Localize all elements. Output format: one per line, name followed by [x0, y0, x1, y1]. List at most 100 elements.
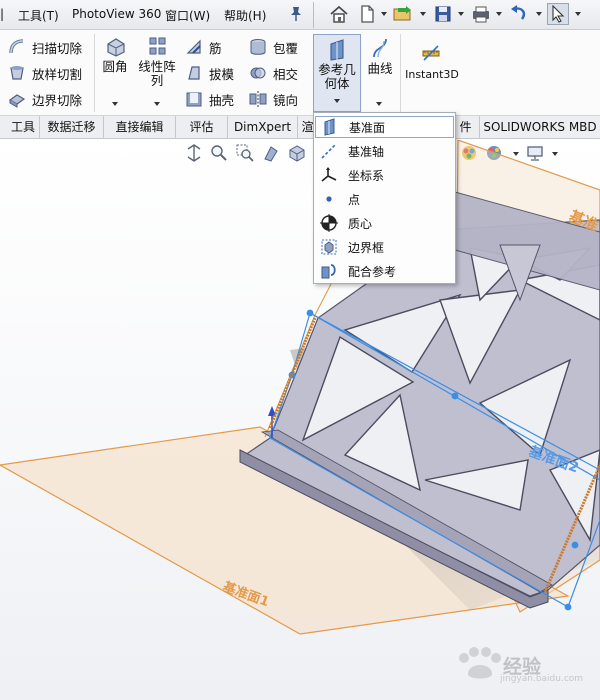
boundary-cut-icon — [8, 94, 26, 108]
fillet-dropdown-arrow[interactable] — [112, 102, 118, 106]
quick-access-separator — [313, 2, 314, 28]
mate-reference-icon — [321, 264, 336, 279]
wrap-label: 包覆 — [273, 40, 299, 56]
menu-item-coordinate-system-label: 坐标系 — [348, 168, 385, 183]
select-pointer-icon[interactable] — [547, 3, 569, 25]
menu-item-center-of-mass-label: 质心 — [348, 216, 373, 231]
linear-pattern-button[interactable]: 线性阵列 — [136, 36, 178, 96]
center-of-mass-icon — [320, 214, 338, 232]
mirror-label: 镜向 — [273, 92, 299, 108]
fillet-button[interactable]: 圆角 — [99, 36, 131, 96]
reference-geometry-label: 参考几何体 — [318, 62, 356, 91]
graphics-area[interactable]: 基准面1 基准 基准面2 — [0, 140, 600, 700]
home-icon[interactable] — [328, 3, 350, 25]
reference-geometry-menu: 基准面 基准轴 坐标系 点 质心 边界框 配合参考 — [313, 112, 456, 284]
draft-button[interactable]: 拔模 — [185, 62, 234, 84]
tab-parts[interactable]: 件 — [452, 116, 480, 138]
curves-dropdown-arrow[interactable] — [376, 102, 382, 106]
open-folder-icon[interactable] — [392, 3, 414, 25]
tab-data-migration[interactable]: 数据迁移 — [40, 116, 104, 138]
watermark-url: jingyan.baidu.com — [500, 674, 584, 684]
instant3d-button[interactable]: Instant3D — [404, 44, 460, 84]
model-scene[interactable]: 基准面1 基准 基准面2 — [0, 140, 600, 700]
tab-evaluate[interactable]: 评估 — [176, 116, 228, 138]
tab-dimxpert[interactable]: DimXpert — [228, 116, 298, 138]
shell-icon — [186, 92, 202, 107]
axis-icon — [321, 143, 337, 159]
save-dropdown-arrow[interactable] — [458, 12, 464, 16]
menu-item-center-of-mass[interactable]: 质心 — [315, 212, 454, 234]
coordinate-system-icon — [321, 167, 337, 182]
curves-icon — [373, 38, 387, 58]
reference-geometry-dropdown-arrow[interactable] — [334, 99, 340, 103]
menu-item-mate-reference[interactable]: 配合参考 — [315, 260, 454, 282]
instant3d-label: Instant3D — [405, 68, 459, 81]
sweep-cut-label: 扫描切除 — [32, 40, 83, 56]
intersect-label: 相交 — [273, 66, 299, 82]
menu-item-coordinate-system[interactable]: 坐标系 — [315, 164, 454, 186]
loft-cut-button[interactable]: 放样切割 — [8, 62, 82, 84]
wrap-icon — [250, 39, 266, 55]
menu-tools[interactable]: 工具(T) — [18, 7, 59, 24]
intersect-button[interactable]: 相交 — [249, 62, 298, 84]
tab-solidworks-mbd[interactable]: SOLIDWORKS MBD — [480, 116, 600, 138]
menu-window[interactable]: 窗口(W) — [165, 7, 210, 24]
open-dropdown-arrow[interactable] — [420, 12, 426, 16]
menu-item-plane[interactable]: 基准面 — [315, 116, 454, 138]
menu-item-axis-label: 基准轴 — [348, 144, 385, 159]
menu-item-mate-reference-label: 配合参考 — [348, 264, 397, 279]
loft-cut-label: 放样切割 — [32, 66, 83, 82]
new-document-icon[interactable] — [356, 3, 378, 25]
loft-cut-icon — [10, 66, 24, 80]
sweep-cut-icon — [9, 39, 24, 54]
rib-icon — [186, 39, 201, 54]
save-icon[interactable] — [432, 3, 454, 25]
mirror-button[interactable]: 镜向 — [249, 88, 298, 110]
menu-item-bounding-box-label: 边界框 — [348, 240, 385, 255]
intersect-icon — [250, 67, 266, 79]
menu-photoview[interactable]: PhotoView 360 — [72, 7, 161, 21]
rib-button[interactable]: 筋 — [185, 36, 222, 58]
reference-geometry-button[interactable]: 参考几何体 — [313, 34, 361, 112]
point-icon — [326, 196, 332, 202]
fillet-label: 圆角 — [102, 59, 128, 74]
print-icon[interactable] — [470, 3, 492, 25]
menu-help[interactable]: 帮助(H) — [224, 7, 266, 24]
menu-item-point[interactable]: 点 — [315, 188, 454, 210]
draft-icon — [188, 66, 200, 80]
boundary-cut-label: 边界切除 — [32, 92, 83, 108]
reference-geometry-icon — [330, 39, 344, 61]
menu-item-axis[interactable]: 基准轴 — [315, 140, 454, 162]
command-manager-tabs: 工具 数据迁移 直接编辑 评估 DimXpert 渲 件 SOLIDWORKS … — [0, 116, 600, 139]
ribbon-separator — [400, 34, 401, 112]
instant3d-icon — [422, 45, 440, 61]
shell-button[interactable]: 抽壳 — [185, 88, 234, 110]
ribbon-separator — [94, 34, 95, 112]
linear-pattern-dropdown-arrow[interactable] — [154, 102, 160, 106]
command-ribbon: 扫描切除 放样切割 边界切除 圆角 线性阵列 筋 拔模 抽壳 包覆 相交 镜向 … — [0, 30, 600, 116]
triad-arrow-head — [268, 406, 276, 416]
undo-icon[interactable] — [508, 3, 530, 25]
mirror-icon — [249, 91, 267, 107]
curves-label: 曲线 — [367, 61, 393, 76]
print-dropdown-arrow[interactable] — [496, 12, 502, 16]
linear-pattern-icon — [149, 37, 166, 55]
bounding-box-icon — [321, 239, 337, 255]
linear-pattern-label: 线性阵列 — [138, 59, 176, 88]
menu-bar: | 工具(T) PhotoView 360 窗口(W) 帮助(H) — [0, 0, 600, 30]
menu-item-bounding-box[interactable]: 边界框 — [315, 236, 454, 258]
wrap-button[interactable]: 包覆 — [249, 36, 298, 58]
new-dropdown-arrow[interactable] — [381, 12, 387, 16]
menu-item-plane-label: 基准面 — [349, 120, 386, 135]
tab-direct-editing[interactable]: 直接编辑 — [104, 116, 176, 138]
shell-label: 抽壳 — [209, 92, 235, 108]
boundary-cut-button[interactable]: 边界切除 — [8, 88, 82, 110]
plane-icon — [324, 118, 335, 136]
tab-tools[interactable]: 工具 — [0, 116, 40, 138]
curves-button[interactable]: 曲线 — [364, 36, 396, 96]
pin-icon[interactable] — [289, 6, 303, 22]
undo-dropdown-arrow[interactable] — [536, 12, 542, 16]
sweep-cut-button[interactable]: 扫描切除 — [8, 36, 82, 58]
menu-item-point-label: 点 — [348, 192, 361, 207]
select-dropdown-arrow[interactable] — [575, 12, 581, 16]
